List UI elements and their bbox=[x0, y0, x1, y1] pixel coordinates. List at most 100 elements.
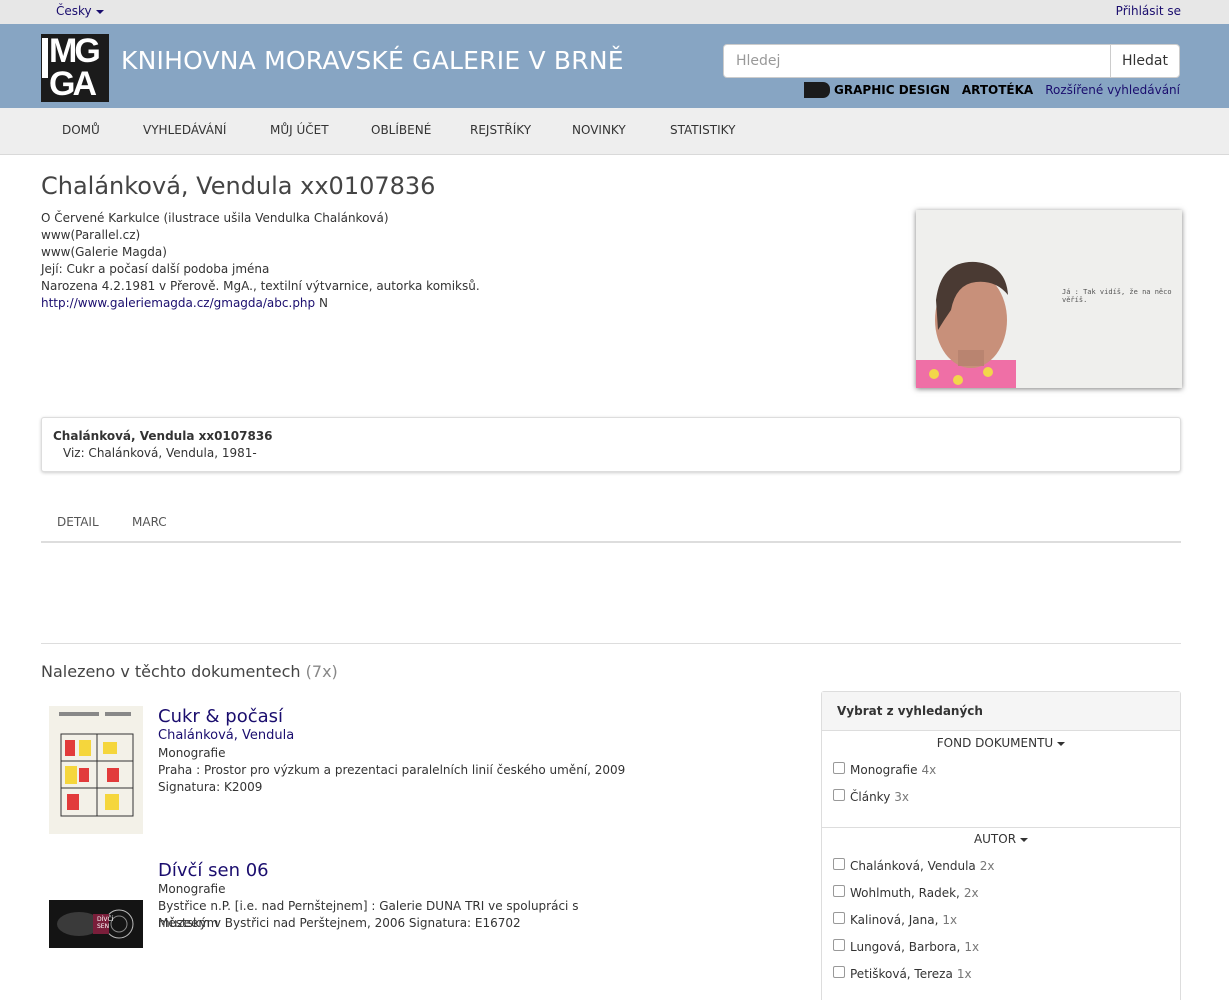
library-logo[interactable]: MG GA bbox=[41, 34, 109, 102]
site-header: MG GA KNIHOVNA MORAVSKÉ GALERIE V BRNĚ H… bbox=[0, 24, 1229, 108]
found-count: (7x) bbox=[305, 662, 338, 681]
language-label: Česky bbox=[56, 4, 92, 18]
checkbox[interactable] bbox=[833, 789, 845, 801]
nav-my-account[interactable]: MŮJ ÚČET bbox=[270, 123, 329, 137]
nav-statistics[interactable]: STATISTIKY bbox=[670, 123, 735, 137]
facet-item[interactable]: Lungová, Barbora, 1x bbox=[833, 939, 980, 954]
caret-down-icon bbox=[1020, 837, 1029, 842]
facet-label: Wohlmuth, Radek, bbox=[850, 886, 960, 900]
info-line: www(Galerie Magda) bbox=[41, 245, 167, 259]
info-line: Narozena 4.2.1981 v Přerově. MgA., texti… bbox=[41, 279, 480, 293]
section-divider bbox=[41, 643, 1181, 644]
graphic-design-link[interactable]: GRAPHIC DESIGN bbox=[804, 82, 950, 98]
site-title[interactable]: KNIHOVNA MORAVSKÉ GALERIE V BRNĚ bbox=[121, 46, 624, 75]
result-type: Monografie bbox=[158, 882, 226, 896]
author-photo: Já : Tak vidíš, že na něco věříš. bbox=[916, 210, 1182, 388]
artoteka-link[interactable]: ARTOTÉKA bbox=[962, 83, 1033, 97]
facet-label: Monografie bbox=[850, 763, 918, 777]
checkbox[interactable] bbox=[833, 858, 845, 870]
top-utility-bar: Česky Přihlásit se bbox=[0, 0, 1229, 24]
main-navigation: DOMŮ VYHLEDÁVÁNÍ MŮJ ÚČET OBLÍBENÉ REJST… bbox=[0, 108, 1229, 155]
result-signature: Signatura: K2009 bbox=[158, 780, 263, 794]
tab-detail[interactable]: DETAIL bbox=[57, 515, 99, 529]
facet-count: 1x bbox=[942, 913, 958, 927]
logo-text-bottom: GA bbox=[49, 65, 97, 102]
result-cover-thumbnail[interactable] bbox=[49, 706, 143, 834]
facet-count: 3x bbox=[894, 790, 910, 804]
facet-group-fond[interactable]: FOND DOKUMENTU bbox=[822, 736, 1180, 750]
advanced-search-link[interactable]: Rozšířené vyhledávání bbox=[1045, 83, 1180, 97]
cover-caption: DÍVČÍ SEN bbox=[97, 916, 114, 930]
result-title[interactable]: Cukr & počasí bbox=[158, 706, 283, 727]
search-button[interactable]: Hledat bbox=[1110, 44, 1180, 78]
facet-count: 1x bbox=[956, 967, 972, 981]
facet-label: Lungová, Barbora, bbox=[850, 940, 961, 954]
nav-news[interactable]: NOVINKY bbox=[572, 123, 626, 137]
result-item: Cukr & počasí Chalánková, Vendula Monogr… bbox=[41, 706, 761, 836]
result-cover-thumbnail[interactable]: DÍVČÍ SEN bbox=[49, 900, 143, 948]
see-reference-title: Chalánková, Vendula xx0107836 bbox=[53, 429, 273, 443]
facet-label: Články bbox=[850, 790, 891, 804]
login-link[interactable]: Přihlásit se bbox=[1116, 4, 1181, 18]
search-input[interactable] bbox=[723, 44, 1111, 78]
result-publisher-line: muzeem v Bystřici nad Perštejnem, 2006 S… bbox=[158, 916, 521, 930]
nav-home[interactable]: DOMŮ bbox=[62, 123, 100, 137]
record-tabs: DETAIL MARC bbox=[41, 500, 1181, 543]
facet-group-title: FOND DOKUMENTU bbox=[936, 736, 1054, 750]
facet-count: 2x bbox=[963, 886, 979, 900]
checkbox[interactable] bbox=[833, 885, 845, 897]
facet-item[interactable]: Kalinová, Jana, 1x bbox=[833, 912, 958, 927]
url-suffix: N bbox=[318, 296, 328, 310]
facet-count: 4x bbox=[921, 763, 937, 777]
header-links: GRAPHIC DESIGN ARTOTÉKA Rozšířené vyhled… bbox=[804, 82, 1180, 98]
facet-item[interactable]: Články 3x bbox=[833, 789, 910, 804]
facets-panel: Vybrat z vyhledaných FOND DOKUMENTU Mono… bbox=[821, 691, 1181, 1000]
result-publisher: Praha : Prostor pro výzkum a prezentaci … bbox=[158, 763, 626, 777]
facets-heading: Vybrat z vyhledaných bbox=[822, 692, 1180, 731]
info-line: Její: Cukr a počasí další podoba jména bbox=[41, 262, 270, 276]
page-title: Chalánková, Vendula xx0107836 bbox=[41, 172, 436, 200]
photo-caption: Já : Tak vidíš, že na něco věříš. bbox=[1062, 288, 1172, 304]
checkbox[interactable] bbox=[833, 939, 845, 951]
caret-down-icon bbox=[1057, 741, 1066, 746]
nav-registers[interactable]: REJSTŘÍKY bbox=[470, 123, 531, 137]
graphic-design-icon bbox=[804, 82, 831, 98]
chevron-down-icon bbox=[95, 9, 104, 14]
info-url-line: http://www.galeriemagda.cz/gmagda/abc.ph… bbox=[41, 295, 480, 312]
result-title[interactable]: Dívčí sen 06 bbox=[158, 860, 269, 881]
info-line: O Červené Karkulce (ilustrace ušila Vend… bbox=[41, 211, 389, 225]
facet-group-author[interactable]: AUTOR bbox=[822, 832, 1180, 846]
facet-count: 1x bbox=[964, 940, 980, 954]
nav-search[interactable]: VYHLEDÁVÁNÍ bbox=[143, 123, 226, 137]
facet-divider bbox=[822, 827, 1180, 828]
dark-cover-image bbox=[49, 900, 143, 948]
see-reference-box: Chalánková, Vendula xx0107836 Viz: Chalá… bbox=[41, 417, 1181, 472]
logo-stripe bbox=[42, 38, 48, 78]
comic-cover-image bbox=[49, 706, 143, 834]
facet-item[interactable]: Petišková, Tereza 1x bbox=[833, 966, 972, 981]
checkbox[interactable] bbox=[833, 912, 845, 924]
see-reference-text[interactable]: Viz: Chalánková, Vendula, 1981- bbox=[63, 446, 257, 460]
found-in-documents-heading: Nalezeno v těchto dokumentech (7x) bbox=[41, 662, 338, 681]
result-type: Monografie bbox=[158, 746, 226, 760]
facet-label: Kalinová, Jana, bbox=[850, 913, 939, 927]
graphic-design-label: GRAPHIC DESIGN bbox=[834, 83, 950, 97]
result-item: DÍVČÍ SEN Dívčí sen 06 Monografie Bystři… bbox=[41, 860, 761, 960]
result-author-link[interactable]: Chalánková, Vendula bbox=[158, 728, 294, 743]
nav-favorites[interactable]: OBLÍBENÉ bbox=[371, 123, 431, 137]
facet-group-title: AUTOR bbox=[973, 832, 1017, 846]
info-line: www(Parallel.cz) bbox=[41, 228, 141, 242]
tab-marc[interactable]: MARC bbox=[132, 515, 167, 529]
facet-label: Petišková, Tereza bbox=[850, 967, 953, 981]
facet-item[interactable]: Wohlmuth, Radek, 2x bbox=[833, 885, 979, 900]
facet-item[interactable]: Monografie 4x bbox=[833, 762, 937, 777]
record-info: O Červené Karkulce (ilustrace ušila Vend… bbox=[41, 210, 480, 312]
language-dropdown[interactable]: Česky bbox=[56, 4, 104, 18]
facet-count: 2x bbox=[979, 859, 995, 873]
checkbox[interactable] bbox=[833, 762, 845, 774]
checkbox[interactable] bbox=[833, 966, 845, 978]
facet-label: Chalánková, Vendula bbox=[850, 859, 976, 873]
logo-text-top: MG bbox=[49, 34, 101, 70]
gallery-url-link[interactable]: http://www.galeriemagda.cz/gmagda/abc.ph… bbox=[41, 296, 315, 310]
facet-item[interactable]: Chalánková, Vendula 2x bbox=[833, 858, 995, 873]
